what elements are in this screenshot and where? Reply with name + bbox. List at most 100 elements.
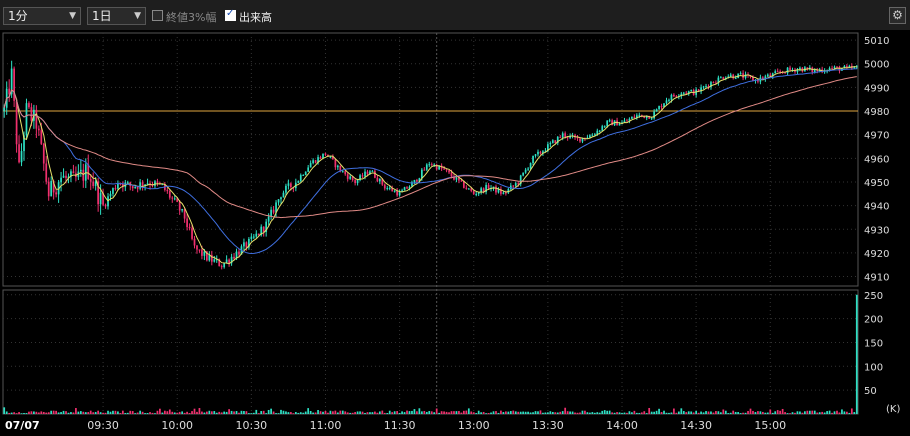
time-axis: 07/07 09:30 10:00 10:30 11:00 11:30 13:00 13:30… [5, 419, 786, 432]
candle-body [789, 67, 791, 70]
volume-bar [126, 412, 129, 414]
volume-bar [294, 411, 297, 414]
volume-bar [386, 413, 389, 414]
volume-bar [687, 411, 690, 414]
candle-body [776, 71, 779, 73]
candle-body [719, 77, 722, 79]
candle-body [549, 142, 552, 145]
candle-body [82, 169, 85, 181]
candle-body [606, 120, 609, 127]
candle-body [403, 187, 406, 191]
candle-body [371, 170, 374, 172]
volume-label: 出来高 [239, 11, 272, 24]
candle-body [364, 171, 366, 177]
volume-bar [789, 413, 791, 414]
volume-bar [475, 413, 478, 414]
candle-body [603, 126, 606, 128]
time-tick-label: 11:00 [310, 419, 342, 432]
volume-bar [136, 412, 139, 414]
span-select[interactable]: 1日 ▼ [87, 7, 146, 25]
candle-body [658, 106, 660, 110]
candle-body [551, 140, 554, 143]
volume-bar [70, 412, 72, 414]
volume-bar [761, 411, 764, 414]
volume-bar [490, 412, 492, 414]
volume-bar [112, 410, 114, 414]
volume-bar [675, 412, 678, 414]
volume-bar [163, 410, 166, 414]
candle-body [290, 183, 292, 188]
volume-bar [668, 412, 670, 414]
volume-bar [846, 411, 848, 414]
candle-body [729, 74, 732, 77]
candle-body [376, 177, 379, 182]
volume-bar [25, 413, 28, 414]
candle-body [139, 182, 142, 189]
candle-body [173, 198, 176, 200]
volume-bar [799, 411, 801, 414]
volume-bar [519, 411, 522, 414]
volume-bar [317, 410, 319, 414]
volume-bar [144, 413, 146, 414]
volume-bar [524, 411, 527, 414]
volume-bar [581, 410, 584, 414]
volume-bar [87, 412, 90, 414]
time-tick-label: 10:00 [161, 419, 193, 432]
date-label: 07/07 [5, 419, 40, 432]
volume-bar [757, 411, 759, 414]
change3-checkbox[interactable] [152, 10, 163, 21]
candle-body [117, 183, 119, 189]
candle-body [191, 228, 193, 239]
gear-icon[interactable]: ⚙ [889, 7, 906, 24]
candle-body [319, 157, 322, 159]
candle-body [25, 103, 28, 136]
candle-body [65, 175, 67, 178]
candle-body [35, 109, 38, 129]
volume-bar [584, 410, 586, 414]
volume-bar [257, 413, 260, 414]
interval-select[interactable]: 1分 ▼ [3, 7, 81, 25]
volume-bar [737, 412, 740, 414]
volume-tick-label: 200 [864, 315, 883, 326]
candle-body [302, 174, 305, 176]
volume-bar [697, 412, 700, 414]
volume-bar [448, 412, 450, 414]
volume-bar [396, 411, 399, 414]
volume-bar [45, 412, 48, 414]
volume-bar [640, 412, 643, 414]
candle-body [324, 153, 327, 155]
volume-bar [586, 412, 589, 414]
candle-body [109, 193, 112, 197]
volume-bar [55, 410, 57, 414]
volume-bar [752, 410, 754, 414]
volume-bar [781, 408, 784, 414]
volume-bar [121, 410, 124, 414]
price-tick-label: 4950 [864, 178, 889, 189]
candle-body [92, 181, 95, 187]
candle-body [786, 67, 789, 74]
volume-bar [52, 410, 55, 414]
candle-body [534, 154, 537, 156]
price-pane [2, 32, 859, 287]
volume-bar [3, 407, 6, 414]
volume-bar [267, 409, 270, 414]
candle-body [156, 181, 159, 183]
volume-bar [776, 410, 779, 414]
volume-bar [376, 412, 379, 414]
candle-body [89, 178, 92, 182]
candle-body [608, 120, 611, 122]
volume-bar [677, 411, 680, 414]
volume-bar [482, 411, 485, 414]
candle-body [470, 188, 473, 192]
volume-bar [131, 411, 134, 414]
volume-bar [818, 412, 821, 414]
volume-bar [532, 412, 534, 414]
candle-body [383, 184, 386, 189]
volume-bar [159, 408, 161, 414]
candle-body [831, 68, 833, 70]
candle-body [299, 175, 302, 182]
volume-axis: 50 100 150 200 250 (K) [864, 291, 900, 415]
volume-checkbox[interactable] [225, 8, 236, 21]
volume-bar [727, 413, 730, 414]
candle-body [20, 151, 23, 163]
